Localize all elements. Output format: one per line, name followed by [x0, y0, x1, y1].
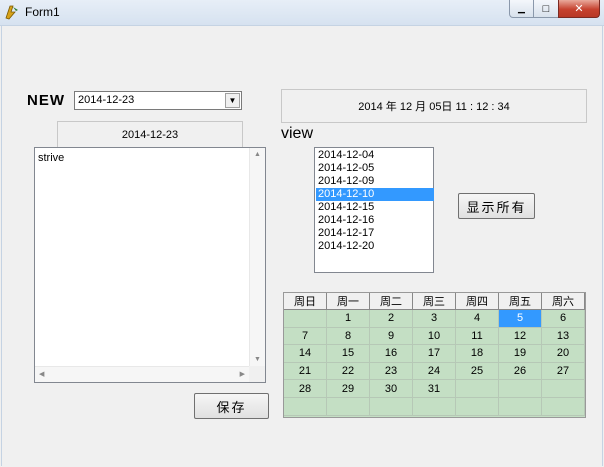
calendar-day-cell[interactable]: 9	[370, 327, 413, 346]
calendar-empty-cell	[284, 310, 327, 328]
calendar-empty-cell	[456, 398, 499, 416]
app-icon	[4, 4, 20, 20]
calendar-empty-cell	[499, 398, 542, 416]
calendar-day-cell[interactable]: 13	[542, 327, 585, 346]
scroll-up-icon[interactable]: ▲	[254, 151, 261, 158]
calendar-day-cell[interactable]: 21	[284, 362, 327, 381]
list-item[interactable]: 2014-12-15	[316, 201, 434, 214]
calendar-day-cell[interactable]: 23	[370, 362, 413, 381]
calendar-day-cell[interactable]: 5	[499, 310, 542, 328]
maximize-button[interactable]: □	[533, 0, 559, 18]
date-combobox-value: 2014-12-23	[78, 94, 135, 106]
calendar-day-cell[interactable]: 3	[413, 310, 456, 328]
view-label: view	[281, 125, 314, 142]
minimize-icon: ▁	[518, 3, 525, 13]
horizontal-scrollbar[interactable]: ◀ ▶	[35, 366, 249, 382]
calendar-day-cell[interactable]: 15	[327, 345, 370, 363]
calendar-empty-cell	[542, 398, 585, 416]
calendar-day-cell[interactable]: 25	[456, 362, 499, 381]
calendar-day-cell[interactable]: 26	[499, 362, 542, 381]
scroll-left-icon[interactable]: ◀	[39, 370, 44, 378]
scroll-right-icon[interactable]: ▶	[240, 370, 245, 378]
calendar-day-cell[interactable]: 8	[327, 327, 370, 346]
date-combobox[interactable]: 2014-12-23 ▼	[74, 91, 242, 110]
list-item[interactable]: 2014-12-05	[316, 162, 434, 175]
calendar-day-cell[interactable]: 6	[542, 310, 585, 328]
window-title: Form1	[25, 5, 60, 19]
calendar-day-cell[interactable]: 2	[370, 310, 413, 328]
list-item[interactable]: 2014-12-10	[316, 188, 434, 201]
calendar-day-cell[interactable]: 17	[413, 345, 456, 363]
calendar-day-cell[interactable]: 30	[370, 380, 413, 398]
calendar-day-cell[interactable]: 14	[284, 345, 327, 363]
calendar-day-cell[interactable]: 16	[370, 345, 413, 363]
show-all-button[interactable]: 显示所有	[458, 193, 535, 219]
maximize-icon: □	[542, 2, 550, 15]
calendar-empty-cell	[370, 398, 413, 416]
calendar-day-cell[interactable]: 22	[327, 362, 370, 381]
datetime-display: 2014 年 12 月 05日 11 : 12 : 34	[281, 89, 587, 123]
calendar-day-cell[interactable]: 1	[327, 310, 370, 328]
weekday-header: 周二	[370, 293, 413, 310]
calendar-day-cell[interactable]: 7	[284, 327, 327, 346]
memo-header: 2014-12-23	[57, 121, 243, 147]
memo-text: strive	[38, 152, 65, 164]
calendar-empty-cell	[327, 398, 370, 416]
calendar-day-cell[interactable]: 19	[499, 345, 542, 363]
close-icon: ✕	[574, 3, 584, 15]
calendar-day-cell[interactable]: 10	[413, 327, 456, 346]
weekday-header: 周五	[499, 293, 542, 310]
list-item[interactable]: 2014-12-04	[316, 149, 434, 162]
weekday-header: 周六	[542, 293, 585, 310]
date-listbox[interactable]: 2014-12-04 2014-12-05 2014-12-09 2014-12-10…	[314, 147, 434, 273]
calendar-day-cell[interactable]: 11	[456, 327, 499, 346]
scroll-down-icon[interactable]: ▼	[254, 356, 261, 363]
calendar-day-cell[interactable]: 31	[413, 380, 456, 398]
weekday-header: 周日	[284, 293, 327, 310]
calendar-day-cell[interactable]: 28	[284, 380, 327, 398]
chevron-down-icon: ▼	[228, 96, 237, 105]
close-button[interactable]: ✕	[558, 0, 600, 18]
calendar-day-cell[interactable]: 24	[413, 362, 456, 381]
calendar-grid[interactable]: 周日 周一 周二 周三 周四 周五 周六 1 2 3 4 5 6 7 8 9 10 11 12 13 14 15 16 17 1…	[283, 292, 586, 418]
list-item[interactable]: 2014-12-17	[316, 227, 434, 240]
calendar-empty-cell	[284, 398, 327, 416]
memo-textarea[interactable]: strive ▲ ▼ ◀ ▶	[34, 147, 266, 383]
dropdown-arrow-button[interactable]: ▼	[225, 93, 240, 108]
list-item[interactable]: 2014-12-16	[316, 214, 434, 227]
list-item[interactable]: 2014-12-09	[316, 175, 434, 188]
new-label: NEW	[27, 92, 65, 109]
calendar-empty-cell	[456, 380, 499, 398]
calendar-day-cell[interactable]: 20	[542, 345, 585, 363]
save-button[interactable]: 保存	[194, 393, 269, 419]
weekday-header: 周三	[413, 293, 456, 310]
minimize-button[interactable]: ▁	[509, 0, 534, 18]
calendar-empty-cell	[413, 398, 456, 416]
calendar-day-cell[interactable]: 27	[542, 362, 585, 381]
calendar-day-cell[interactable]: 4	[456, 310, 499, 328]
vertical-scrollbar[interactable]: ▲ ▼	[249, 148, 265, 366]
calendar-day-cell[interactable]: 29	[327, 380, 370, 398]
scrollbar-corner	[249, 366, 265, 382]
calendar-empty-cell	[499, 380, 542, 398]
list-item[interactable]: 2014-12-20	[316, 240, 434, 253]
calendar-day-cell[interactable]: 12	[499, 327, 542, 346]
calendar-empty-cell	[542, 380, 585, 398]
weekday-header: 周一	[327, 293, 370, 310]
calendar-day-cell[interactable]: 18	[456, 345, 499, 363]
weekday-header: 周四	[456, 293, 499, 310]
